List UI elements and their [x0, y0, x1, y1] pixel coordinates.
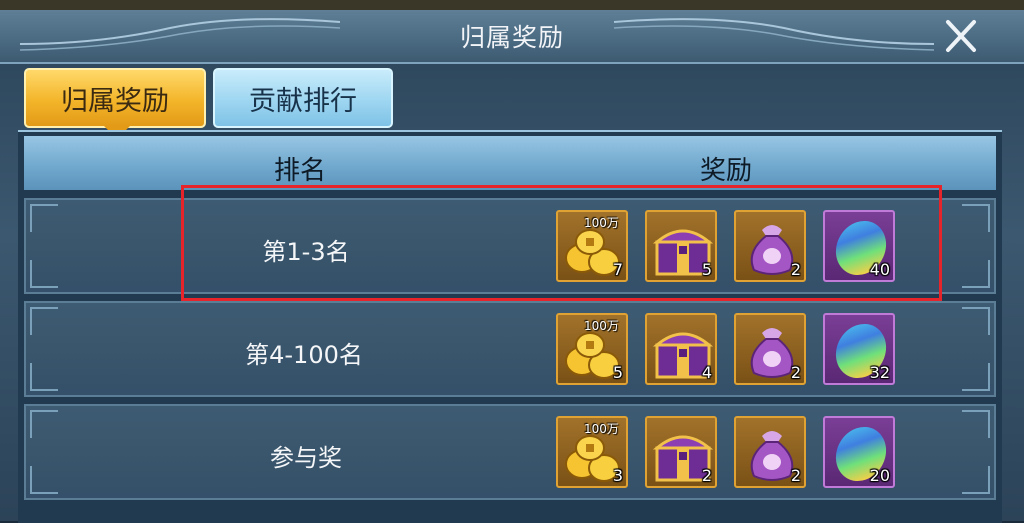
reward-item-coins[interactable]: 100万 7 — [556, 210, 628, 282]
coin-tag: 100万 — [584, 422, 619, 436]
item-count: 4 — [701, 363, 712, 382]
item-count: 7 — [612, 260, 623, 279]
reward-item-chest[interactable]: 2 — [645, 416, 717, 488]
item-count: 2 — [790, 260, 801, 279]
row-corner — [962, 204, 990, 232]
tab-contribution-ranking[interactable]: 贡献排行 — [213, 68, 393, 128]
table-header: 排名 奖励 — [24, 136, 996, 190]
reward-item-coins[interactable]: 100万 3 — [556, 416, 628, 488]
row-corner — [30, 466, 58, 494]
coin-tag: 100万 — [584, 319, 619, 333]
reward-item-bag[interactable]: 2 — [734, 313, 806, 385]
coin-tag: 100万 — [584, 216, 619, 230]
row-corner — [962, 307, 990, 335]
row-corner — [30, 410, 58, 438]
table-row: 参与奖 100万 3 2 2 20 — [24, 404, 996, 500]
item-count: 2 — [790, 466, 801, 485]
header-reward: 奖励 — [700, 156, 753, 186]
item-count: 5 — [612, 363, 623, 382]
row-corner — [962, 260, 990, 288]
rank-label: 第1-3名 — [262, 238, 350, 266]
reward-item-gem[interactable]: 32 — [823, 313, 895, 385]
row-corner — [30, 204, 58, 232]
table-row: 第1-3名 100万 7 5 2 40 — [24, 198, 996, 294]
reward-item-chest[interactable]: 5 — [645, 210, 717, 282]
row-corner — [962, 410, 990, 438]
item-count: 32 — [869, 363, 890, 382]
item-count: 2 — [790, 363, 801, 382]
rank-label: 参与奖 — [270, 444, 342, 472]
item-count: 2 — [701, 466, 712, 485]
item-count: 20 — [869, 466, 890, 485]
item-count: 40 — [869, 260, 890, 279]
reward-item-gem[interactable]: 20 — [823, 416, 895, 488]
header-rank: 排名 — [274, 156, 327, 186]
row-corner — [30, 260, 58, 288]
row-corner — [30, 307, 58, 335]
reward-item-bag[interactable]: 2 — [734, 416, 806, 488]
reward-item-chest[interactable]: 4 — [645, 313, 717, 385]
reward-item-coins[interactable]: 100万 5 — [556, 313, 628, 385]
close-icon[interactable] — [938, 16, 984, 56]
reward-item-bag[interactable]: 2 — [734, 210, 806, 282]
tab-attribution-rewards[interactable]: 归属奖励 — [24, 68, 206, 139]
row-corner — [962, 363, 990, 391]
row-corner — [30, 363, 58, 391]
tab-label: 归属奖励 — [61, 85, 169, 117]
row-corner — [962, 466, 990, 494]
reward-item-gem[interactable]: 40 — [823, 210, 895, 282]
window-title: 归属奖励 — [459, 23, 564, 52]
table-row: 第4-100名 100万 5 4 2 32 — [24, 301, 996, 397]
item-count: 3 — [612, 466, 623, 485]
item-count: 5 — [701, 260, 712, 279]
rank-label: 第4-100名 — [245, 341, 363, 369]
tab-label: 贡献排行 — [249, 85, 357, 117]
